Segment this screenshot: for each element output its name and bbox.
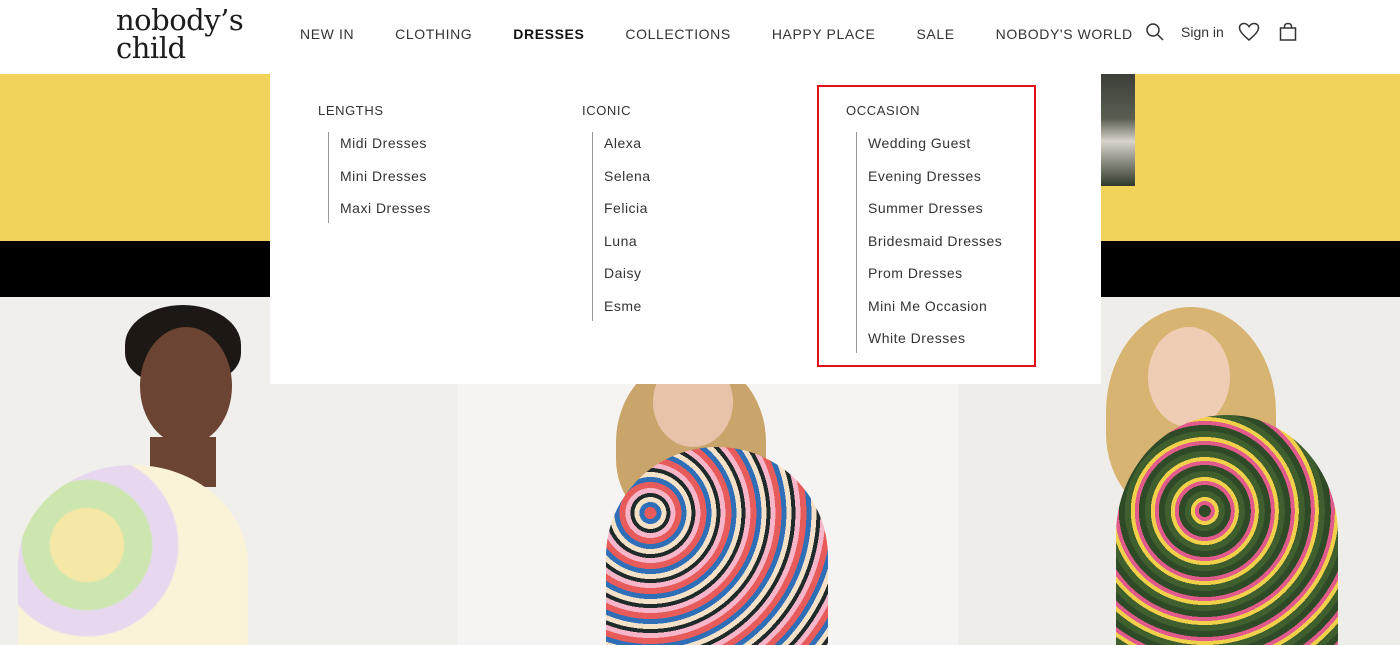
bag-icon[interactable] bbox=[1278, 22, 1298, 42]
hero-photo bbox=[1101, 74, 1135, 186]
sign-in-link[interactable]: Sign in bbox=[1181, 24, 1224, 40]
brand-logo-line2: child bbox=[116, 31, 186, 65]
menu-heading-iconic[interactable]: ICONIC bbox=[582, 103, 651, 118]
header-actions: Sign in bbox=[1145, 22, 1298, 42]
menu-link-luna[interactable]: Luna bbox=[604, 230, 651, 263]
model-dress bbox=[18, 465, 248, 645]
brand-logo-line1: nobody’s bbox=[116, 3, 244, 37]
menu-list-lengths: Midi Dresses Mini Dresses Maxi Dresses bbox=[328, 132, 431, 223]
menu-link-maxi-dresses[interactable]: Maxi Dresses bbox=[340, 197, 431, 223]
nav-item-collections[interactable]: COLLECTIONS bbox=[625, 26, 730, 42]
model-dress bbox=[606, 447, 828, 645]
model-face bbox=[140, 327, 232, 445]
nav-item-dresses[interactable]: DRESSES bbox=[513, 26, 584, 42]
menu-column-lengths: LENGTHS Midi Dresses Mini Dresses Maxi D… bbox=[318, 103, 431, 223]
site-header: nobody’s child NEW IN CLOTHING DRESSES C… bbox=[0, 0, 1400, 74]
menu-link-alexa[interactable]: Alexa bbox=[604, 132, 651, 165]
nav-item-happy-place[interactable]: HAPPY PLACE bbox=[772, 26, 876, 42]
nav-item-sale[interactable]: SALE bbox=[916, 26, 954, 42]
menu-link-midi-dresses[interactable]: Midi Dresses bbox=[340, 132, 431, 165]
brand-logo[interactable]: nobody’s child bbox=[116, 3, 244, 65]
menu-heading-lengths[interactable]: LENGTHS bbox=[318, 103, 431, 118]
main-nav: NEW IN CLOTHING DRESSES COLLECTIONS HAPP… bbox=[300, 26, 1174, 42]
nav-item-nobodys-world[interactable]: NOBODY'S WORLD bbox=[996, 26, 1133, 42]
menu-link-selena[interactable]: Selena bbox=[604, 165, 651, 198]
occasion-highlight-box bbox=[817, 85, 1036, 367]
model-dress bbox=[1116, 415, 1338, 645]
menu-link-mini-dresses[interactable]: Mini Dresses bbox=[340, 165, 431, 198]
model-face bbox=[1148, 327, 1230, 427]
menu-link-felicia[interactable]: Felicia bbox=[604, 197, 651, 230]
menu-list-iconic: Alexa Selena Felicia Luna Daisy Esme bbox=[592, 132, 651, 321]
nav-item-new-in[interactable]: NEW IN bbox=[300, 26, 354, 42]
menu-column-iconic: ICONIC Alexa Selena Felicia Luna Daisy E… bbox=[582, 103, 651, 321]
menu-link-daisy[interactable]: Daisy bbox=[604, 262, 651, 295]
search-icon[interactable] bbox=[1145, 22, 1165, 42]
menu-link-esme[interactable]: Esme bbox=[604, 295, 651, 321]
nav-item-clothing[interactable]: CLOTHING bbox=[395, 26, 472, 42]
heart-icon[interactable] bbox=[1238, 22, 1260, 42]
